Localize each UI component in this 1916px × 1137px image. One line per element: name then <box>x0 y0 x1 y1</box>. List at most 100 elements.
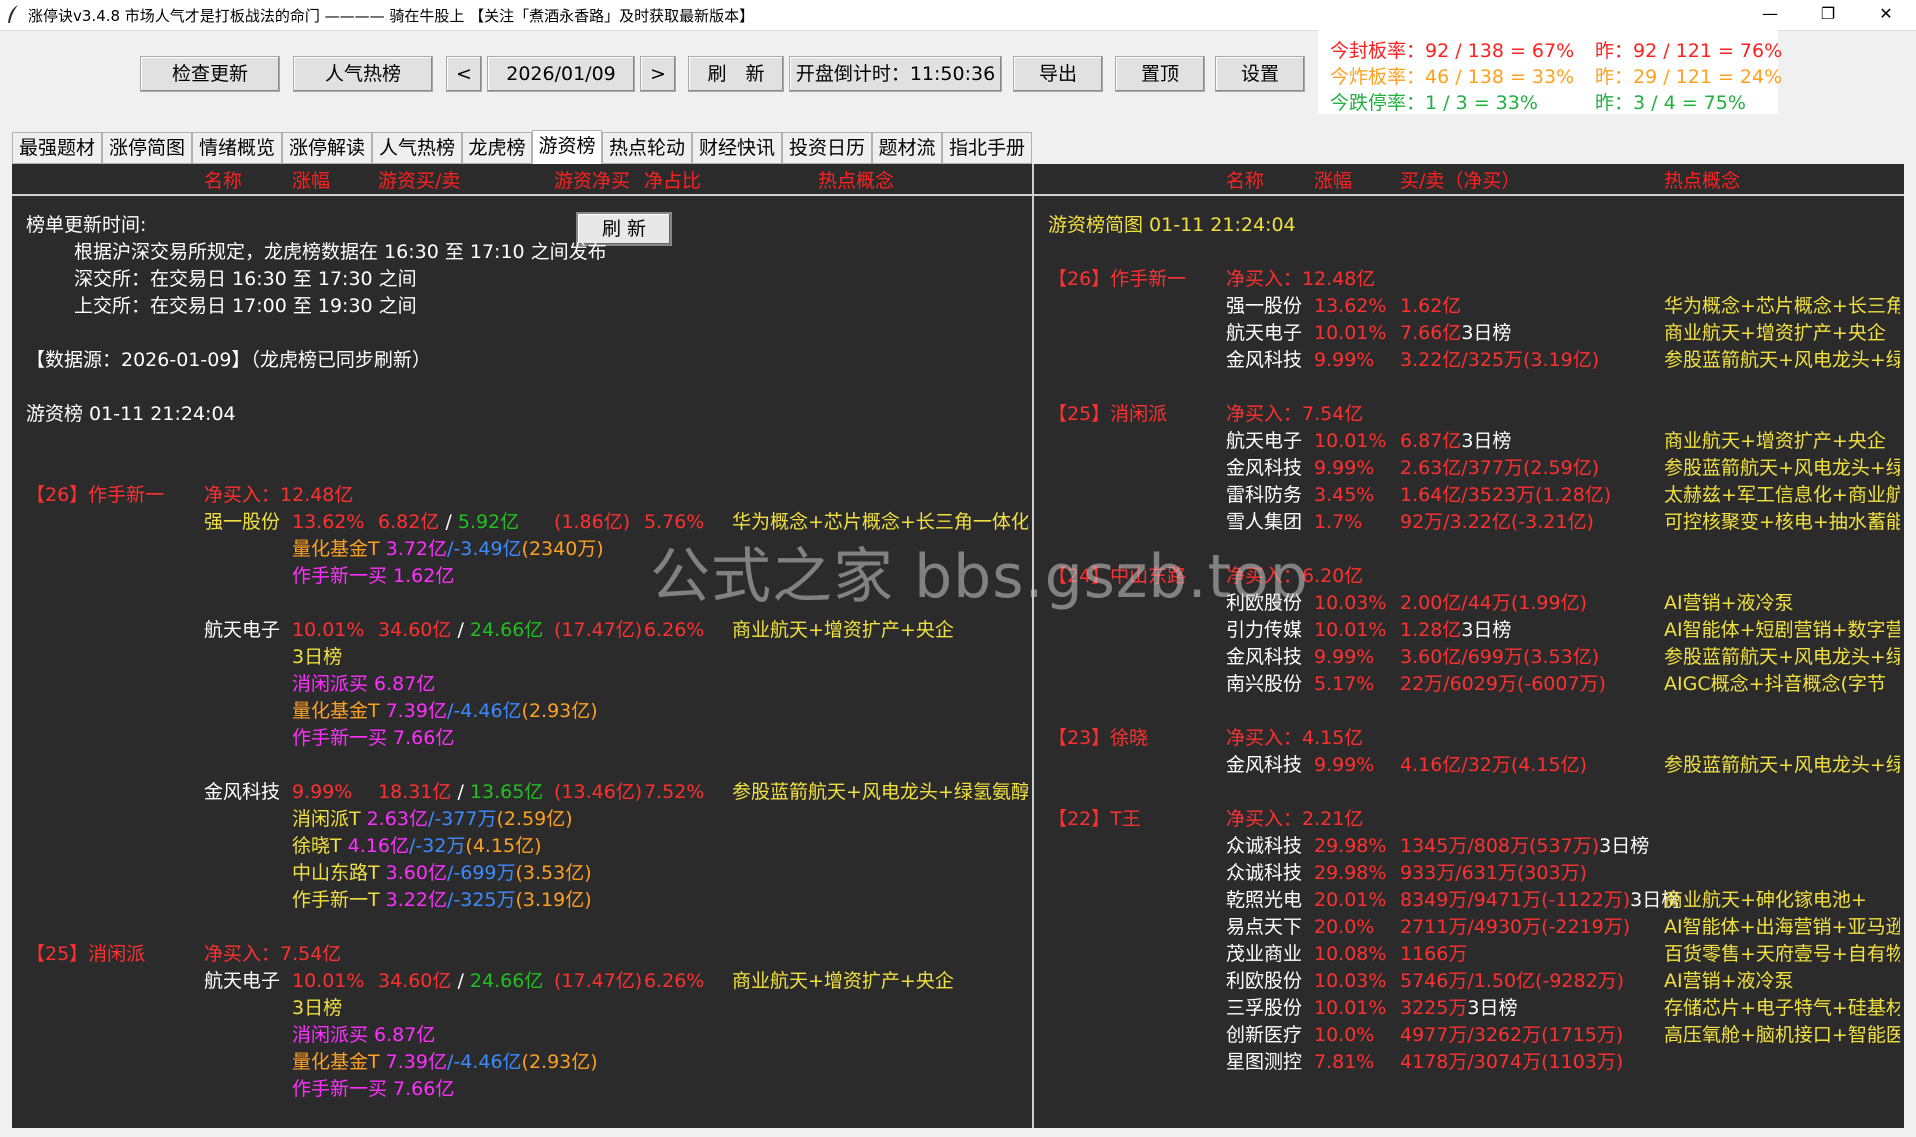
summary-stock-name[interactable]: 三孚股份 <box>1226 995 1302 1021</box>
summary-stock-change: 10.03% <box>1314 592 1387 614</box>
next-date-button[interactable]: > <box>640 56 676 92</box>
summary-stock-name[interactable]: 利欧股份 <box>1226 968 1302 994</box>
summary-stock-name[interactable]: 茂业商业 <box>1226 941 1302 967</box>
check-update-button[interactable]: 检查更新 <box>140 56 280 92</box>
summary-stock-concept: 商业航天+增资扩产+央企 <box>1664 322 1886 344</box>
summary-stock-name[interactable]: 创新医疗 <box>1226 1022 1302 1048</box>
stock-change: 10.01% <box>292 619 365 641</box>
stock-buy-sell: 6.82亿 / 5.92亿 <box>378 511 520 533</box>
tab-dragon-tiger[interactable]: 龙虎榜 <box>462 132 532 164</box>
summary-stock-name[interactable]: 利欧股份 <box>1226 590 1302 616</box>
summary-title: 游资榜简图 01-11 21:24:04 <box>1048 214 1296 236</box>
summary-buy-sell-net: 22万/6029万(-6007万) <box>1400 673 1606 695</box>
summary-stock-name[interactable]: 金风科技 <box>1226 347 1302 373</box>
summary-stock-name[interactable]: 星图测控 <box>1226 1049 1302 1075</box>
summary-buy-sell-net: 7.66亿3日榜 <box>1400 322 1512 344</box>
tab-strongest-theme[interactable]: 最强题材 <box>12 132 102 164</box>
group-name[interactable]: 【26】作手新一 <box>26 482 164 508</box>
tab-popular-list[interactable]: 人气热榜 <box>372 132 462 164</box>
group-name[interactable]: 【25】消闲派 <box>26 941 145 967</box>
summary-stock-change: 9.99% <box>1314 457 1375 479</box>
limitdown-rate-today: 今跌停率：1 / 3 = 33% <box>1330 92 1538 114</box>
summary-buy-sell-net: 2.00亿/44万(1.99亿) <box>1400 592 1588 614</box>
tab-limitup-analysis[interactable]: 涨停解读 <box>282 132 372 164</box>
summary-buy-sell-net: 3225万3日榜 <box>1400 997 1518 1019</box>
summary-stock-name[interactable]: 引力传媒 <box>1226 617 1302 643</box>
summary-stock-name[interactable]: 众诚科技 <box>1226 860 1302 886</box>
data-source: 【数据源：2026-01-09】（龙虎榜已同步刷新） <box>26 349 431 371</box>
summary-group-name[interactable]: 【22】T王 <box>1048 806 1141 832</box>
summary-group-name[interactable]: 【24】中山东路 <box>1048 563 1186 589</box>
stock-concept: 商业航天+增资扩产+央企 <box>732 970 954 992</box>
quant-fund-detail: 量化基金T 3.72亿/-3.49亿(2340万) <box>292 538 604 560</box>
stock-name[interactable]: 航天电子 <box>204 968 280 994</box>
summary-stock-name[interactable]: 金风科技 <box>1226 752 1302 778</box>
stock-name[interactable]: 航天电子 <box>204 617 280 643</box>
col-header-concept: 热点概念 <box>818 170 895 192</box>
maximize-button[interactable]: ❐ <box>1800 0 1856 30</box>
summary-stock-concept: 参股蓝箭航天+风电龙头+绿 <box>1664 754 1900 776</box>
summary-stock-name[interactable]: 金风科技 <box>1226 644 1302 670</box>
tab-finance-news[interactable]: 财经快讯 <box>692 132 782 164</box>
summary-stock-name[interactable]: 南兴股份 <box>1226 671 1302 697</box>
summary-stock-name[interactable]: 乾照光电 <box>1226 887 1302 913</box>
summary-stock-change: 3.45% <box>1314 484 1375 506</box>
prev-date-button[interactable]: < <box>446 56 482 92</box>
pin-top-button[interactable]: 置顶 <box>1115 56 1205 92</box>
stock-name[interactable]: 金风科技 <box>204 779 280 805</box>
stock-change: 10.01% <box>292 970 365 992</box>
update-time-label: 榜单更新时间: <box>26 214 147 236</box>
settings-button[interactable]: 设置 <box>1215 56 1305 92</box>
szse-notice: 深交所：在交易日 16:30 至 17:30 之间 <box>74 268 417 290</box>
summary-stock-name[interactable]: 雷科防务 <box>1226 482 1302 508</box>
summary-stock-name[interactable]: 航天电子 <box>1226 320 1302 346</box>
date-field[interactable]: 2026/01/09 <box>487 56 635 92</box>
stock-net-buy: (1.86亿) <box>554 511 631 533</box>
summary-stock-change: 10.01% <box>1314 997 1387 1019</box>
summary-buy-sell-net: 4178万/3074万(1103万) <box>1400 1051 1624 1073</box>
summary-buy-sell-net: 6.87亿3日榜 <box>1400 430 1512 452</box>
summary-group-net-buy: 净买入：6.20亿 <box>1226 565 1364 587</box>
app-feather-icon <box>8 5 18 23</box>
summary-buy-sell-net: 2.63亿/377万(2.59亿) <box>1400 457 1600 479</box>
summary-stock-concept: AI智能体+短剧营销+数字营 <box>1664 619 1900 641</box>
summary-buy-sell-net: 92万/3.22亿(-3.21亿) <box>1400 511 1594 533</box>
group-net-buy: 净买入：7.54亿 <box>204 943 342 965</box>
hot-money-summary-panel[interactable]: 名称 涨幅 买/卖（净买） 热点概念 游资榜简图 01-11 21:24:04 … <box>1034 164 1904 1128</box>
summary-stock-name[interactable]: 金风科技 <box>1226 455 1302 481</box>
summary-stock-name[interactable]: 强一股份 <box>1226 293 1302 319</box>
summary-stock-name[interactable]: 雪人集团 <box>1226 509 1302 535</box>
tab-invest-calendar[interactable]: 投资日历 <box>782 132 872 164</box>
export-button[interactable]: 导出 <box>1013 56 1103 92</box>
refresh-button[interactable]: 刷 新 <box>688 56 784 92</box>
burst-rate-today: 今炸板率：46 / 138 = 33% <box>1330 66 1575 88</box>
summary-group-name[interactable]: 【25】消闲派 <box>1048 401 1167 427</box>
summary-group-name[interactable]: 【23】徐晓 <box>1048 725 1148 751</box>
summary-stock-change: 10.03% <box>1314 970 1387 992</box>
tab-sentiment[interactable]: 情绪概览 <box>192 132 282 164</box>
tab-hot-money[interactable]: 游资榜 <box>532 130 602 164</box>
summary-stock-concept: 商业航天+增资扩产+央企 <box>1664 430 1886 452</box>
trader-buy-detail: 消闲派买 6.87亿 <box>292 673 436 695</box>
tab-hotspot-rotation[interactable]: 热点轮动 <box>602 132 692 164</box>
tab-limitup-brief[interactable]: 涨停简图 <box>102 132 192 164</box>
summary-group-name[interactable]: 【26】作手新一 <box>1048 266 1186 292</box>
tab-guide[interactable]: 指北手册 <box>942 132 1032 164</box>
close-button[interactable]: ✕ <box>1858 0 1914 30</box>
trader-buy-detail: 消闲派买 6.87亿 <box>292 1024 436 1046</box>
minimize-button[interactable]: — <box>1742 0 1798 30</box>
title-bar: 涨停诀v3.4.8 市场人气才是打板战法的命门 ———— 骑在牛股上 【关注「煮… <box>0 0 1916 31</box>
header-divider <box>12 194 1032 196</box>
stock-concept: 参股蓝箭航天+风电龙头+绿氢氨醇 <box>732 781 1028 803</box>
hot-money-detail-panel[interactable]: 名称 涨幅 游资买/卖 游资净买 净占比 热点概念 刷 新 榜单更新时间: 根据… <box>12 164 1032 1128</box>
stock-name[interactable]: 强一股份 <box>204 509 280 535</box>
summary-stock-name[interactable]: 众诚科技 <box>1226 833 1302 859</box>
stock-net-buy: (17.47亿) <box>554 970 643 992</box>
summary-stock-name[interactable]: 易点天下 <box>1226 914 1302 940</box>
burst-rate-yesterday: 昨：29 / 121 = 24% <box>1595 66 1783 88</box>
stock-buy-sell: 34.60亿 / 24.66亿 <box>378 970 544 992</box>
tab-theme-flow[interactable]: 题材流 <box>872 132 942 164</box>
popular-list-button[interactable]: 人气热榜 <box>293 56 433 92</box>
summary-stock-name[interactable]: 航天电子 <box>1226 428 1302 454</box>
quant-fund-detail: 量化基金T 7.39亿/-4.46亿(2.93亿) <box>292 1051 598 1073</box>
